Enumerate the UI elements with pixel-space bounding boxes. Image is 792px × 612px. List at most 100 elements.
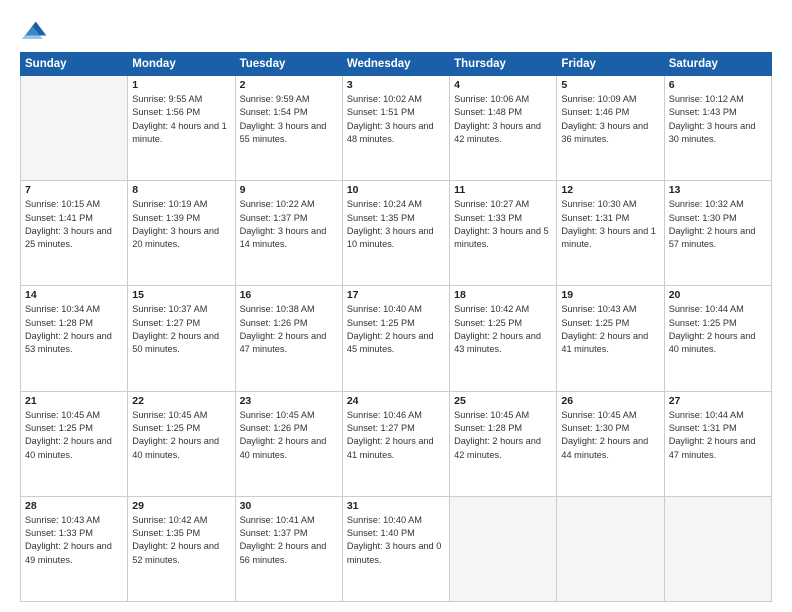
sunset-label: Sunset: 1:28 PM xyxy=(25,318,93,328)
day-info: Sunrise: 10:27 AM Sunset: 1:33 PM Daylig… xyxy=(454,198,552,251)
calendar-cell: 15 Sunrise: 10:37 AM Sunset: 1:27 PM Day… xyxy=(128,286,235,391)
daylight-label: Daylight: 3 hours and 0 minutes. xyxy=(347,541,442,564)
page: SundayMondayTuesdayWednesdayThursdayFrid… xyxy=(0,0,792,612)
sunrise-label: Sunrise: 10:22 AM xyxy=(240,199,315,209)
day-info: Sunrise: 10:30 AM Sunset: 1:31 PM Daylig… xyxy=(561,198,659,251)
sunrise-label: Sunrise: 10:34 AM xyxy=(25,304,100,314)
sunset-label: Sunset: 1:37 PM xyxy=(240,528,308,538)
sunset-label: Sunset: 1:30 PM xyxy=(561,423,629,433)
calendar-cell: 6 Sunrise: 10:12 AM Sunset: 1:43 PM Dayl… xyxy=(664,76,771,181)
day-info: Sunrise: 10:37 AM Sunset: 1:27 PM Daylig… xyxy=(132,303,230,356)
day-info: Sunrise: 10:40 AM Sunset: 1:25 PM Daylig… xyxy=(347,303,445,356)
sunset-label: Sunset: 1:48 PM xyxy=(454,107,522,117)
day-info: Sunrise: 9:59 AM Sunset: 1:54 PM Dayligh… xyxy=(240,93,338,146)
sunrise-label: Sunrise: 10:27 AM xyxy=(454,199,529,209)
sunrise-label: Sunrise: 10:41 AM xyxy=(240,515,315,525)
calendar-cell: 13 Sunrise: 10:32 AM Sunset: 1:30 PM Day… xyxy=(664,181,771,286)
daylight-label: Daylight: 2 hours and 44 minutes. xyxy=(561,436,648,459)
sunrise-label: Sunrise: 10:45 AM xyxy=(240,410,315,420)
sunrise-label: Sunrise: 10:30 AM xyxy=(561,199,636,209)
day-number: 18 xyxy=(454,289,552,301)
sunrise-label: Sunrise: 10:40 AM xyxy=(347,304,422,314)
day-info: Sunrise: 10:15 AM Sunset: 1:41 PM Daylig… xyxy=(25,198,123,251)
calendar-cell: 3 Sunrise: 10:02 AM Sunset: 1:51 PM Dayl… xyxy=(342,76,449,181)
day-info: Sunrise: 10:46 AM Sunset: 1:27 PM Daylig… xyxy=(347,409,445,462)
calendar-cell: 11 Sunrise: 10:27 AM Sunset: 1:33 PM Day… xyxy=(450,181,557,286)
sunset-label: Sunset: 1:46 PM xyxy=(561,107,629,117)
day-number: 21 xyxy=(25,395,123,407)
daylight-label: Daylight: 2 hours and 56 minutes. xyxy=(240,541,327,564)
daylight-label: Daylight: 2 hours and 40 minutes. xyxy=(132,436,219,459)
daylight-label: Daylight: 3 hours and 55 minutes. xyxy=(240,121,327,144)
daylight-label: Daylight: 3 hours and 14 minutes. xyxy=(240,226,327,249)
sunset-label: Sunset: 1:35 PM xyxy=(347,213,415,223)
sunrise-label: Sunrise: 9:59 AM xyxy=(240,94,310,104)
logo xyxy=(20,18,52,46)
day-number: 11 xyxy=(454,184,552,196)
day-number: 30 xyxy=(240,500,338,512)
calendar-cell: 28 Sunrise: 10:43 AM Sunset: 1:33 PM Day… xyxy=(21,496,128,601)
day-info: Sunrise: 10:44 AM Sunset: 1:31 PM Daylig… xyxy=(669,409,767,462)
week-row-1: 7 Sunrise: 10:15 AM Sunset: 1:41 PM Dayl… xyxy=(21,181,772,286)
calendar-cell xyxy=(450,496,557,601)
day-info: Sunrise: 10:34 AM Sunset: 1:28 PM Daylig… xyxy=(25,303,123,356)
sunset-label: Sunset: 1:40 PM xyxy=(347,528,415,538)
day-number: 8 xyxy=(132,184,230,196)
day-number: 10 xyxy=(347,184,445,196)
sunset-label: Sunset: 1:28 PM xyxy=(454,423,522,433)
day-info: Sunrise: 10:40 AM Sunset: 1:40 PM Daylig… xyxy=(347,514,445,567)
day-info: Sunrise: 10:45 AM Sunset: 1:30 PM Daylig… xyxy=(561,409,659,462)
sunrise-label: Sunrise: 10:45 AM xyxy=(561,410,636,420)
sunrise-label: Sunrise: 10:45 AM xyxy=(454,410,529,420)
weekday-header-row: SundayMondayTuesdayWednesdayThursdayFrid… xyxy=(21,53,772,76)
sunrise-label: Sunrise: 10:42 AM xyxy=(454,304,529,314)
sunrise-label: Sunrise: 10:06 AM xyxy=(454,94,529,104)
day-number: 2 xyxy=(240,79,338,91)
day-info: Sunrise: 10:41 AM Sunset: 1:37 PM Daylig… xyxy=(240,514,338,567)
sunrise-label: Sunrise: 10:38 AM xyxy=(240,304,315,314)
weekday-header-wednesday: Wednesday xyxy=(342,53,449,76)
sunset-label: Sunset: 1:26 PM xyxy=(240,423,308,433)
sunset-label: Sunset: 1:41 PM xyxy=(25,213,93,223)
daylight-label: Daylight: 2 hours and 42 minutes. xyxy=(454,436,541,459)
sunrise-label: Sunrise: 10:32 AM xyxy=(669,199,744,209)
daylight-label: Daylight: 2 hours and 47 minutes. xyxy=(240,331,327,354)
daylight-label: Daylight: 3 hours and 48 minutes. xyxy=(347,121,434,144)
weekday-header-saturday: Saturday xyxy=(664,53,771,76)
sunset-label: Sunset: 1:25 PM xyxy=(25,423,93,433)
day-number: 23 xyxy=(240,395,338,407)
daylight-label: Daylight: 3 hours and 42 minutes. xyxy=(454,121,541,144)
sunrise-label: Sunrise: 10:02 AM xyxy=(347,94,422,104)
sunset-label: Sunset: 1:25 PM xyxy=(347,318,415,328)
weekday-header-monday: Monday xyxy=(128,53,235,76)
sunset-label: Sunset: 1:25 PM xyxy=(454,318,522,328)
sunset-label: Sunset: 1:43 PM xyxy=(669,107,737,117)
day-info: Sunrise: 10:32 AM Sunset: 1:30 PM Daylig… xyxy=(669,198,767,251)
sunset-label: Sunset: 1:54 PM xyxy=(240,107,308,117)
day-number: 4 xyxy=(454,79,552,91)
sunset-label: Sunset: 1:31 PM xyxy=(561,213,629,223)
day-number: 13 xyxy=(669,184,767,196)
day-info: Sunrise: 10:38 AM Sunset: 1:26 PM Daylig… xyxy=(240,303,338,356)
calendar-cell xyxy=(664,496,771,601)
week-row-3: 21 Sunrise: 10:45 AM Sunset: 1:25 PM Day… xyxy=(21,391,772,496)
daylight-label: Daylight: 3 hours and 20 minutes. xyxy=(132,226,219,249)
day-number: 16 xyxy=(240,289,338,301)
calendar-cell: 7 Sunrise: 10:15 AM Sunset: 1:41 PM Dayl… xyxy=(21,181,128,286)
sunrise-label: Sunrise: 10:44 AM xyxy=(669,410,744,420)
daylight-label: Daylight: 3 hours and 30 minutes. xyxy=(669,121,756,144)
calendar-cell: 17 Sunrise: 10:40 AM Sunset: 1:25 PM Day… xyxy=(342,286,449,391)
day-info: Sunrise: 10:42 AM Sunset: 1:35 PM Daylig… xyxy=(132,514,230,567)
daylight-label: Daylight: 2 hours and 52 minutes. xyxy=(132,541,219,564)
week-row-4: 28 Sunrise: 10:43 AM Sunset: 1:33 PM Day… xyxy=(21,496,772,601)
daylight-label: Daylight: 2 hours and 45 minutes. xyxy=(347,331,434,354)
day-number: 15 xyxy=(132,289,230,301)
day-number: 1 xyxy=(132,79,230,91)
day-number: 5 xyxy=(561,79,659,91)
daylight-label: Daylight: 2 hours and 49 minutes. xyxy=(25,541,112,564)
calendar-cell xyxy=(21,76,128,181)
calendar-cell: 21 Sunrise: 10:45 AM Sunset: 1:25 PM Day… xyxy=(21,391,128,496)
sunrise-label: Sunrise: 10:19 AM xyxy=(132,199,207,209)
weekday-header-thursday: Thursday xyxy=(450,53,557,76)
daylight-label: Daylight: 3 hours and 25 minutes. xyxy=(25,226,112,249)
